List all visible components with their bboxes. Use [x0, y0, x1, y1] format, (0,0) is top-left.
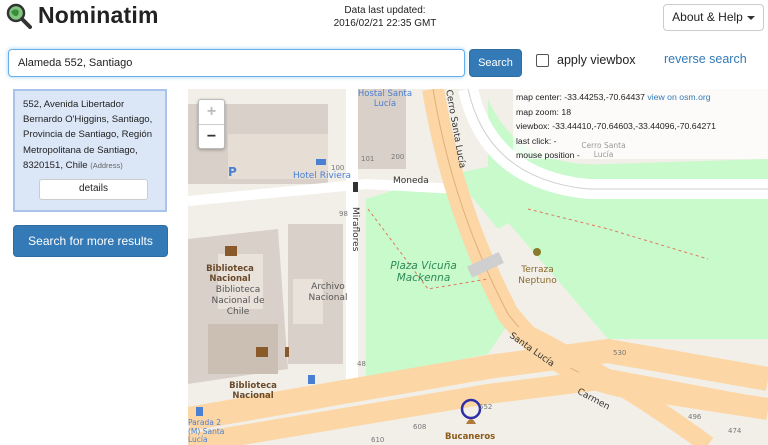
apply-viewbox-checkbox[interactable] — [536, 53, 549, 67]
data-updated-info: Data last updated: 2016/02/21 22:35 GMT — [300, 4, 470, 30]
plaza-label: Plaza Vicuña Mackenna — [390, 260, 457, 284]
data-updated-value: 2016/02/21 22:35 GMT — [333, 18, 437, 29]
hostal-label: Hostal Santa Lucía — [357, 89, 413, 109]
map-zoom-row: map zoom: 18 — [516, 106, 572, 117]
house-number-101: 101 — [361, 155, 375, 163]
map-info-panel: map center: -33.44253,-70.64437 view on … — [513, 89, 768, 160]
biblioteca-label-3: Biblioteca Nacional — [229, 381, 277, 401]
house-number-474: 474 — [728, 427, 742, 435]
magnifier-logo-icon — [6, 3, 32, 29]
zoom-out-button[interactable]: − — [199, 125, 224, 149]
house-number-608: 608 — [413, 423, 427, 431]
hotel-label: Hotel Riviera — [293, 171, 352, 181]
search-input[interactable] — [8, 49, 465, 77]
caret-down-icon — [746, 15, 755, 20]
search-button[interactable]: Search — [469, 49, 522, 77]
app-title: Nominatim — [38, 2, 159, 28]
house-number-200: 200 — [391, 153, 405, 161]
house-number-530: 530 — [613, 349, 627, 357]
zoom-in-button[interactable]: + — [199, 100, 224, 125]
parking-icon: P — [228, 165, 237, 179]
moneda-label: Moneda — [393, 176, 429, 186]
house-number-100: 100 — [331, 164, 345, 172]
mouse-position-row: mouse position - — [516, 150, 580, 160]
miraflores-label: Miraflores — [350, 207, 360, 252]
reverse-search-link[interactable]: reverse search — [664, 52, 747, 66]
nominatim-logo[interactable]: Nominatim — [6, 2, 159, 29]
about-help-label: About & Help — [672, 10, 743, 24]
result-type: (Address) — [90, 160, 123, 170]
details-button[interactable]: details — [39, 179, 148, 200]
search-result-item[interactable]: 552, Avenida Libertador Bernardo O'Higgi… — [13, 89, 167, 212]
biblioteca-label-1: Biblioteca Nacional — [206, 264, 254, 284]
result-address: 552, Avenida Libertador Bernardo O'Higgi… — [23, 97, 157, 173]
apply-viewbox-label: apply viewbox — [557, 53, 636, 67]
last-click-row: last click: - — [516, 135, 557, 146]
bucaneros-label: Bucaneros — [445, 432, 496, 442]
house-number-98: 98 — [339, 210, 348, 218]
data-updated-label: Data last updated: — [344, 5, 426, 16]
apply-viewbox-option[interactable]: apply viewbox — [536, 53, 636, 67]
cerro-place-label: Cerro Santa Lucía — [581, 141, 626, 159]
result-address-text: 552, Avenida Libertador Bernardo O'Higgi… — [23, 99, 153, 171]
archivo-label: Archivo Nacional — [308, 282, 348, 303]
about-help-button[interactable]: About & Help — [663, 4, 764, 31]
terraza-label: Terraza Neptuno — [518, 265, 557, 286]
house-number-496: 496 — [688, 413, 702, 421]
view-on-osm-link[interactable]: view on osm.org — [647, 92, 710, 102]
search-more-results-button[interactable]: Search for more results — [13, 225, 168, 257]
house-number-610: 610 — [371, 436, 385, 444]
biblioteca-label-2: Biblioteca Nacional de Chile — [211, 285, 265, 317]
map-viewbox-row: viewbox: -33.44410,-70.64603,-33.44096,-… — [516, 121, 716, 131]
house-number-48: 48 — [357, 360, 366, 368]
house-number-552: 552 — [479, 403, 493, 411]
map-view[interactable]: + − map center: -33.44253,-70.64437 view… — [188, 89, 768, 445]
parada-label: Parada 2 (M) Santa Lucía — [188, 418, 225, 444]
zoom-control: + − — [198, 99, 225, 149]
map-center-row: map center: -33.44253,-70.64437 view on … — [516, 92, 711, 102]
